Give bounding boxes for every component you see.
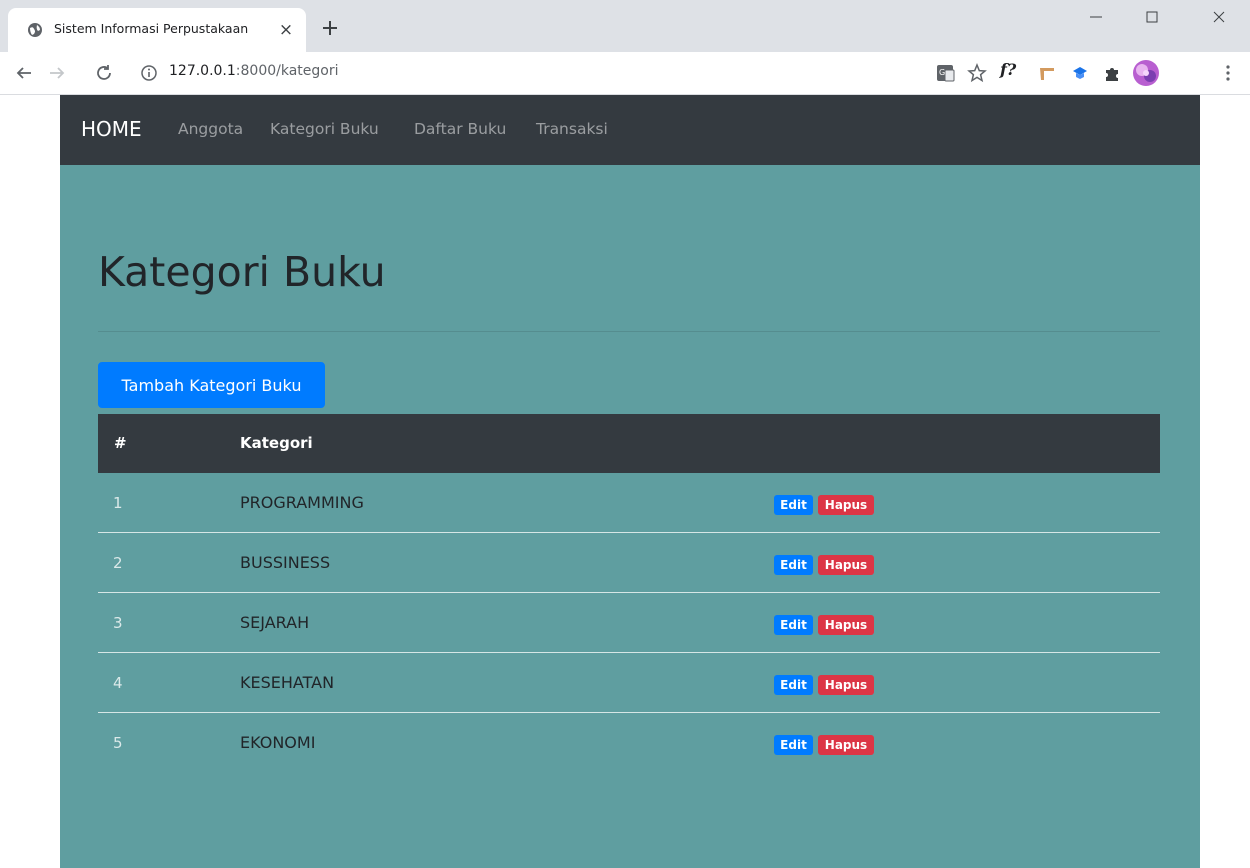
translate-icon[interactable]: G [934,62,956,84]
info-icon[interactable] [140,64,158,82]
formula-icon[interactable]: f? [1000,60,1026,82]
jumbotron: Kategori Buku Tambah Kategori Buku # Kat… [60,165,1200,868]
nav-link-daftar-buku[interactable]: Daftar Buku [414,120,506,138]
row-number: 2 [113,554,123,572]
browser-toolbar: 127.0.0.1:8000/kategori G f? [0,52,1250,95]
page-title: Kategori Buku [98,248,386,296]
column-header-kategori: Kategori [240,434,313,452]
row-category: SEJARAH [240,613,310,632]
table-row: 4 KESEHATAN Edit Hapus [98,653,1160,713]
table-row: 3 SEJARAH Edit Hapus [98,593,1160,653]
maximize-icon[interactable] [1137,4,1167,30]
avatar[interactable] [1132,59,1160,87]
table-row: 5 EKONOMI Edit Hapus [98,713,1160,773]
window-close-icon[interactable] [1204,4,1234,30]
row-category: KESEHATAN [240,673,335,692]
url-host: 127.0.0.1 [169,63,236,79]
nav-link-anggota[interactable]: Anggota [178,120,243,138]
nav-link-kategori-buku[interactable]: Kategori Buku [270,120,379,138]
svg-text:G: G [939,68,945,77]
edit-button[interactable]: Edit [774,675,813,695]
edit-button[interactable]: Edit [774,615,813,635]
delete-button[interactable]: Hapus [818,735,874,755]
delete-button[interactable]: Hapus [818,615,874,635]
add-category-button[interactable]: Tambah Kategori Buku [98,362,325,408]
edit-button[interactable]: Edit [774,735,813,755]
address-bar[interactable]: 127.0.0.1:8000/kategori [128,56,1016,90]
forward-icon[interactable] [46,62,68,84]
navbar-brand-home[interactable]: HOME [81,117,142,141]
row-category: BUSSINESS [240,553,331,572]
column-header-number: # [114,434,127,452]
url-path: :8000/kategori [235,63,339,79]
url-text: 127.0.0.1:8000/kategori [169,63,339,79]
row-number: 3 [113,614,123,632]
extension-icon[interactable] [1069,62,1091,84]
delete-button[interactable]: Hapus [818,495,874,515]
browser-tab-strip: Sistem Informasi Perpustakaan × [0,0,1250,52]
edit-button[interactable]: Edit [774,495,813,515]
globe-icon [28,23,42,37]
browser-tab[interactable]: Sistem Informasi Perpustakaan × [8,8,306,52]
tab-title: Sistem Informasi Perpustakaan [54,21,249,36]
delete-button[interactable]: Hapus [818,675,874,695]
table-header: # Kategori [98,414,1160,473]
navbar: HOME Anggota Kategori Buku Daftar Buku T… [60,95,1200,165]
row-number: 5 [113,734,123,752]
star-icon[interactable] [966,62,988,84]
row-number: 1 [113,494,123,512]
back-icon[interactable] [13,62,35,84]
reload-icon[interactable] [93,62,115,84]
plus-icon[interactable] [318,16,342,40]
row-category: PROGRAMMING [240,493,364,512]
divider [98,331,1160,332]
row-number: 4 [113,674,123,692]
close-icon[interactable]: × [276,20,296,40]
puzzle-icon[interactable] [1101,62,1123,84]
nav-link-transaksi[interactable]: Transaksi [536,120,608,138]
menu-icon[interactable] [1217,62,1239,84]
delete-button[interactable]: Hapus [818,555,874,575]
minimize-icon[interactable] [1081,4,1111,30]
row-category: EKONOMI [240,733,316,752]
extension-icon[interactable] [1036,62,1058,84]
table-row: 2 BUSSINESS Edit Hapus [98,533,1160,593]
edit-button[interactable]: Edit [774,555,813,575]
table-row: 1 PROGRAMMING Edit Hapus [98,473,1160,533]
page: HOME Anggota Kategori Buku Daftar Buku T… [60,95,1200,868]
